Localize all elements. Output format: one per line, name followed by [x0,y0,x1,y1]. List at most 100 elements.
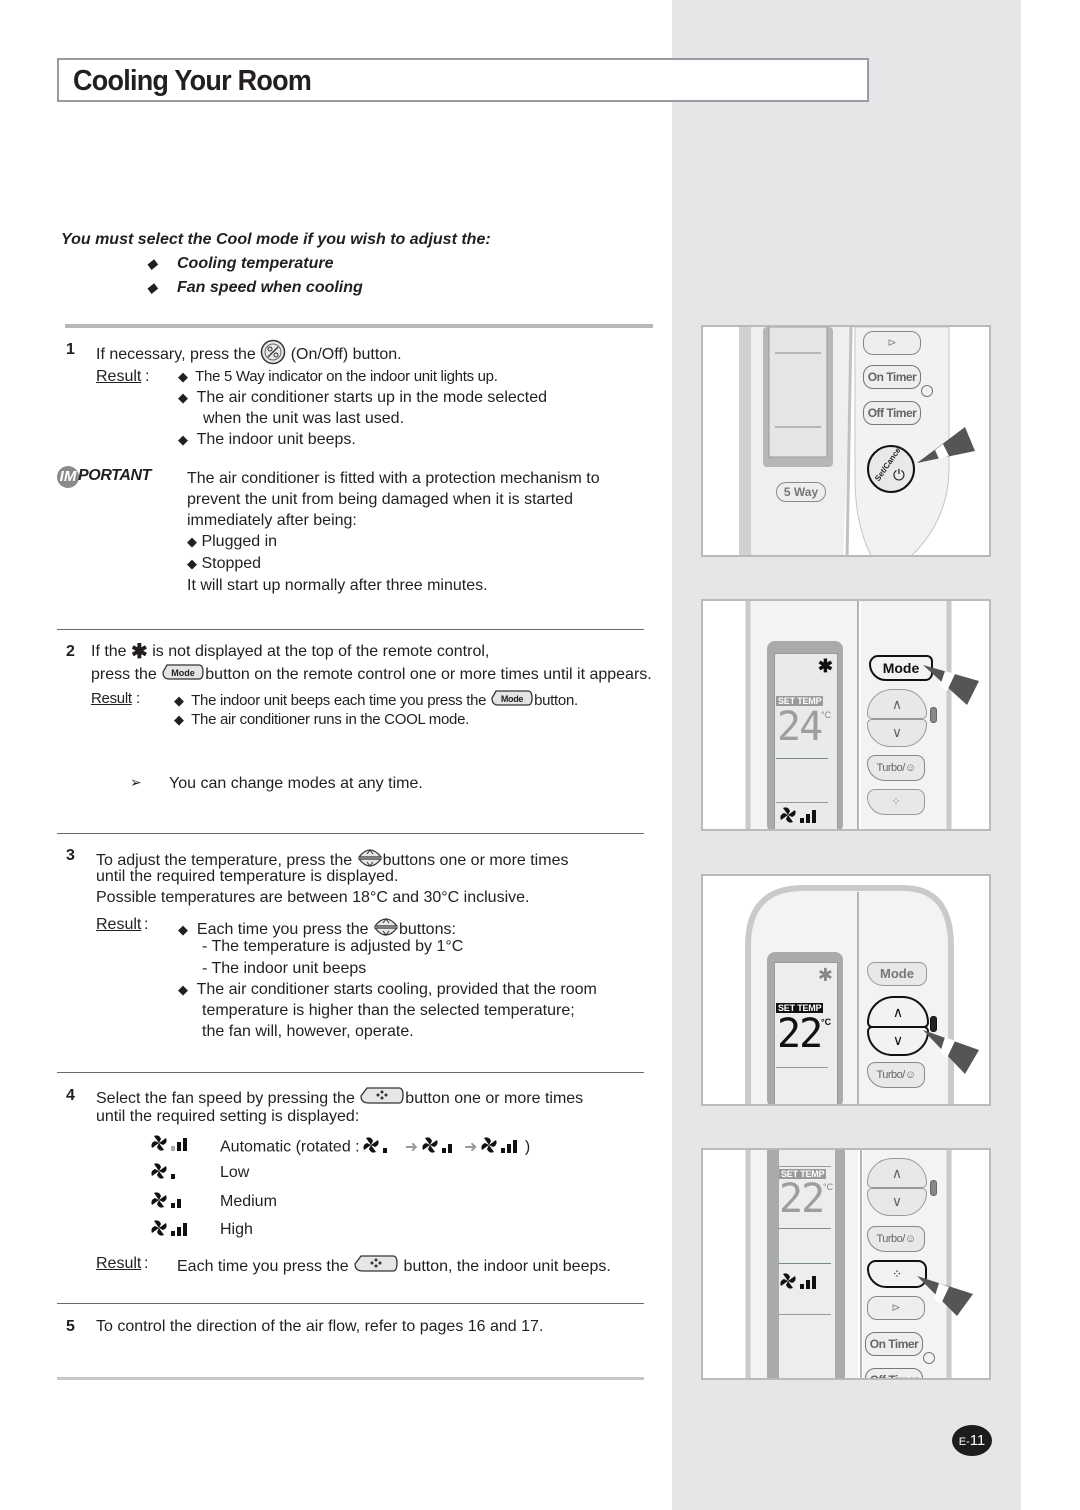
diamond-bullet-icon: ◆ [147,256,157,271]
temperature-readout: 24 [777,704,823,750]
fan-low-icon [150,1162,190,1185]
result-item: ◆ The air conditioner starts up in the m… [178,389,548,406]
important-bullet: ◆ Plugged in [187,533,278,550]
fan-speed-high: High [150,1219,253,1247]
turbo-button[interactable]: Turbo/☺ [867,755,925,781]
fan-medium-icon [150,1191,190,1214]
step-number: 1 [66,341,75,358]
celsius-unit: °C [821,710,832,720]
5-way-indicator: 5 Way [776,482,826,502]
result-item: ◆ The air conditioner runs in the COOL m… [174,711,469,728]
celsius-unit: °C [821,1017,832,1027]
mode-button-icon: Mode [161,662,205,688]
result-label: Result [96,916,142,933]
note-arrow-icon: ➢ [130,774,142,790]
important-label: PORTANT [78,467,152,484]
fan-speed-low: Low [150,1162,249,1190]
fan-high-icon [779,1272,819,1295]
divider [57,1072,644,1073]
result-item-cont: when the unit was last used. [203,410,405,427]
intro-bullet: ◆ Fan speed when cooling [147,279,363,296]
temperature-readout: 22 [779,1176,825,1222]
result-label: Result [91,690,132,707]
fan-speed-auto: Automatic (rotated : ➜ ➜ ) [150,1134,530,1162]
fan-speed-button-icon [353,1253,399,1281]
step-5: 5 To control the direction of the air fl… [66,1318,544,1335]
important-note: The air conditioner is fitted with a pro… [187,470,600,594]
step-number: 2 [66,643,75,660]
on-timer-button[interactable]: On Timer [865,1332,923,1356]
pointer-arrow-icon [917,427,975,463]
diamond-bullet-icon: ◆ [147,280,157,295]
pointer-arrow-icon [923,1030,979,1074]
temperature-readout: 22 [777,1011,823,1057]
step-4-result: Result: Each time you press the button, … [66,1253,666,1277]
result-label: Result [96,1255,142,1272]
arrow-right-icon: ➜ [464,1138,478,1156]
important-bullet: ◆ Stopped [187,555,262,572]
important-badge: IM [57,466,79,488]
fan-auto-icon [150,1134,190,1157]
pointer-arrow-icon [917,1276,973,1316]
svg-text:Mode: Mode [172,668,196,678]
turbo-button[interactable]: Turbo/☺ [867,1226,925,1252]
result-item: ◆ The air conditioner starts cooling, pr… [178,981,597,998]
remote-illustration-onoff: 5 Way ⊳ On Timer Off Timer Set/Cancel ⏻ [701,325,991,557]
power-icon: ⏻ [893,467,905,484]
step-4: 4 Select the fan speed by pressing the b… [66,1085,584,1125]
fan-speed-button-icon [359,1085,405,1113]
step-3: 3 To adjust the temperature, press the b… [66,847,597,1040]
result-item: ◆ The 5 Way indicator on the indoor unit… [178,368,498,385]
divider [57,629,644,630]
divider [57,1303,644,1304]
intro-block: You must select the Cool mode if you wis… [61,231,491,303]
fan-high-icon [779,806,819,829]
remote-illustration-temperature: ✱ SET TEMP 22 °C Mode ∧ ∨ Turbo/☺ [701,874,991,1106]
important-logo: IM PORTANT [57,466,167,488]
celsius-unit: °C [823,1182,834,1192]
off-timer-button[interactable]: Off Timer [863,401,921,425]
fan-button[interactable]: ⁘ [867,789,925,815]
title-box: Cooling Your Room [57,58,869,102]
fan-low-icon [362,1136,402,1159]
page-title: Cooling Your Room [73,65,312,97]
lcd-display: ✱ SET TEMP 24 °C [767,641,843,829]
turbo-button[interactable]: Turbo/☺ [867,1062,925,1088]
step-number: 5 [66,1318,75,1335]
off-timer-button[interactable]: Off Timer [865,1368,923,1378]
intro-lead: You must select the Cool mode if you wis… [61,231,491,248]
result-label: Result [96,368,142,385]
result-item: ◆ The indoor unit beeps. [178,431,356,448]
divider [65,324,653,328]
mode-button-icon: Mode [490,688,534,714]
fan-high-icon [150,1219,190,1242]
fan-high-icon [480,1136,520,1159]
thermometer-icon [930,1180,937,1196]
clock-icon [921,385,933,397]
note-text: You can change modes at any time. [169,775,423,792]
fan-speed-medium: Medium [150,1191,277,1219]
remote-illustration-fan: SET TEMP 22 °C ∧ ∨ Turbo/☺ ⁘ ⊳ On Timer … [701,1148,991,1380]
lcd-display: SET TEMP 22 °C [779,1150,835,1378]
pointer-arrow-icon [923,665,979,705]
intro-bullet: ◆ Cooling temperature [147,255,334,272]
arrow-right-icon: ➜ [404,1138,419,1156]
on-timer-button[interactable]: On Timer [863,365,921,389]
step-2: 2 If the ✱ is not displayed at the top o… [66,640,652,792]
snowflake-icon: ✱ [817,965,833,985]
lcd-display: ✱ SET TEMP 22 °C [767,952,843,1104]
svg-text:Mode: Mode [501,694,524,704]
divider [57,833,644,834]
swing-button[interactable]: ⊳ [863,331,921,355]
clock-icon [923,1352,935,1364]
step-number: 3 [66,847,75,864]
page-number-badge: E-11 [952,1425,992,1456]
thermometer-icon [930,707,937,723]
set-cancel-power-button[interactable]: Set/Cancel ⏻ [867,444,915,493]
divider [57,1377,644,1380]
snowflake-icon: ✱ [131,640,148,663]
mode-button[interactable]: Mode [867,962,927,986]
step-number: 4 [66,1087,75,1104]
step-1-text: If necessary, press the [96,346,256,364]
remote-illustration-mode: ✱ SET TEMP 24 °C Mode ∧ ∨ Turbo/☺ ⁘ [701,599,991,831]
